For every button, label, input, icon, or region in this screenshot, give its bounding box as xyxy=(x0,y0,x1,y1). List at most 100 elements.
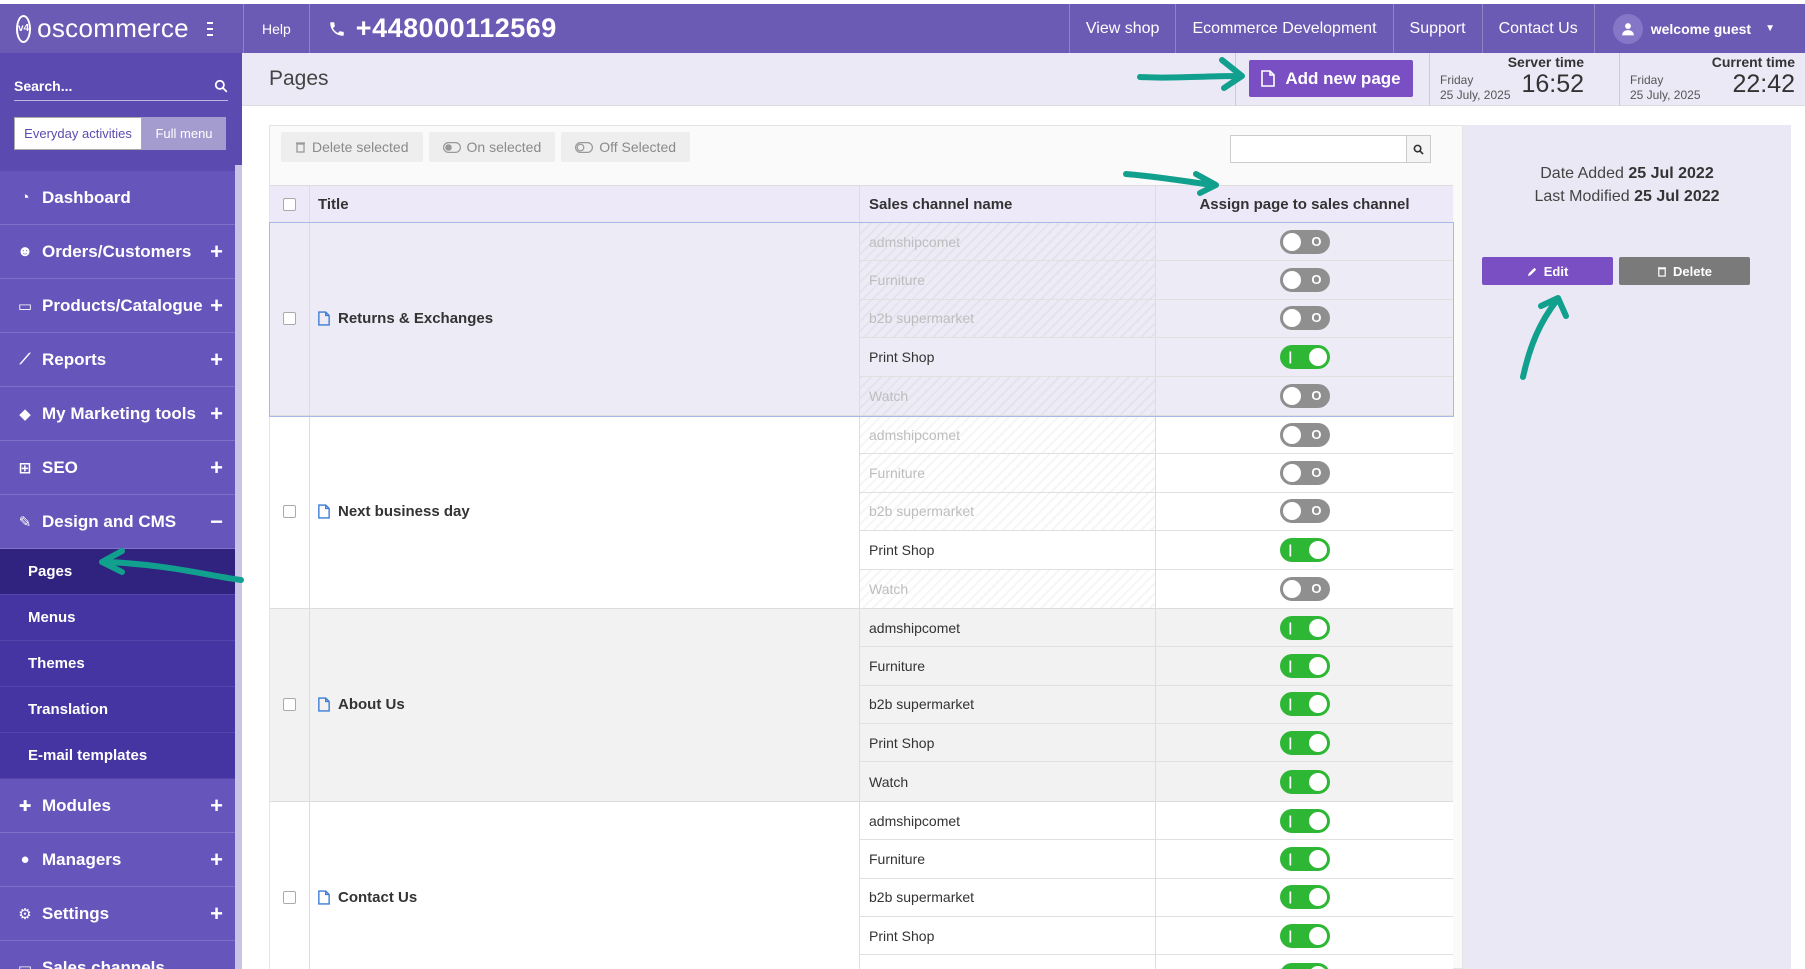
page-title-cell[interactable]: About Us xyxy=(310,608,860,801)
expand-toggle-icon[interactable]: + xyxy=(210,901,223,927)
search-input[interactable]: Search... xyxy=(14,78,72,94)
sidebar-subitem-themes[interactable]: Themes xyxy=(0,641,235,687)
sidebar-subitem-e-mail-templates[interactable]: E-mail templates xyxy=(0,733,235,779)
row-checkbox[interactable] xyxy=(283,312,296,326)
sidebar-item-orders-customers[interactable]: ☻ Orders/Customers + xyxy=(0,225,235,279)
page-title-cell[interactable]: Contact Us xyxy=(310,801,860,969)
file-icon xyxy=(318,890,330,905)
delete-selected-button[interactable]: Delete selected xyxy=(281,132,423,162)
sidebar-item-dashboard[interactable]: ◔ Dashboard xyxy=(0,171,235,225)
full-menu-tab[interactable]: Full menu xyxy=(142,117,226,150)
assign-channel-toggle[interactable]: O xyxy=(1279,268,1330,293)
assign-channel-toggle[interactable]: | xyxy=(1279,808,1330,833)
sidebar-scrollbar[interactable] xyxy=(235,165,242,969)
channel-row: Furniture O xyxy=(860,261,1453,300)
channel-row: Print Shop | xyxy=(860,917,1453,956)
server-time-value: 16:52 xyxy=(1521,70,1584,98)
row-checkbox[interactable] xyxy=(283,891,296,905)
delete-button[interactable]: Delete xyxy=(1619,257,1750,285)
expand-toggle-icon[interactable]: + xyxy=(210,239,223,265)
sidebar-item-reports[interactable]: ⟋ Reports + xyxy=(0,333,235,387)
assign-channel-toggle[interactable]: | xyxy=(1279,730,1330,755)
assign-channel-toggle[interactable]: O xyxy=(1279,576,1330,601)
row-checkbox[interactable] xyxy=(283,698,296,712)
expand-toggle-icon[interactable]: − xyxy=(210,509,223,535)
column-title[interactable]: Title xyxy=(310,186,860,222)
table-search-input[interactable] xyxy=(1230,135,1407,163)
expand-toggle-icon[interactable]: + xyxy=(210,455,223,481)
channel-row: Furniture | xyxy=(860,840,1453,879)
assign-channel-toggle[interactable]: | xyxy=(1279,923,1330,948)
menu-mode-switch: Everyday activities Full menu xyxy=(14,117,228,150)
sidebar: Search... Everyday activities Full menu … xyxy=(0,53,242,969)
sales-channel-name: Print Shop xyxy=(860,531,1156,569)
current-time-day: Friday xyxy=(1630,73,1664,87)
ecommerce-development-link[interactable]: Ecommerce Development xyxy=(1175,4,1392,53)
off-selected-button[interactable]: Off Selected xyxy=(561,132,691,162)
assign-channel-toggle[interactable]: | xyxy=(1279,653,1330,678)
assign-channel-toggle[interactable]: O xyxy=(1279,422,1330,447)
expand-toggle-icon[interactable]: + xyxy=(210,347,223,373)
sales-channel-name: b2b supermarket xyxy=(860,299,1156,338)
expand-toggle-icon[interactable]: + xyxy=(210,293,223,319)
assign-channel-toggle[interactable]: | xyxy=(1279,692,1330,717)
sidebar-item-modules[interactable]: ✚ Modules + xyxy=(0,779,235,833)
assign-channel-toggle[interactable]: | xyxy=(1279,846,1330,871)
caret-down-icon: ▼ xyxy=(1765,23,1775,34)
sidebar-item-settings[interactable]: ⚙ Settings + xyxy=(0,887,235,941)
assign-channel-toggle[interactable]: O xyxy=(1279,461,1330,486)
page-title-cell[interactable]: Next business day xyxy=(310,415,860,608)
support-link[interactable]: Support xyxy=(1392,4,1482,53)
table-row[interactable]: Contact Us admshipcomet | Furniture | b2b sup… xyxy=(270,801,1453,969)
edit-button[interactable]: Edit xyxy=(1482,257,1613,285)
expand-toggle-icon[interactable]: + xyxy=(210,401,223,427)
table-search-button[interactable] xyxy=(1407,135,1431,163)
channel-row: b2b supermarket O xyxy=(860,299,1453,339)
table-row[interactable]: Next business day admshipcomet O Furniture O… xyxy=(270,415,1453,609)
sidebar-item-my-marketing-tools[interactable]: ◆ My Marketing tools + xyxy=(0,387,235,441)
assign-channel-toggle[interactable]: | xyxy=(1279,537,1330,562)
assign-channel-toggle[interactable]: O xyxy=(1279,499,1330,524)
hamburger-icon[interactable] xyxy=(206,21,213,36)
assign-channel-toggle[interactable]: | xyxy=(1279,769,1330,794)
expand-toggle-icon[interactable]: + xyxy=(210,847,223,873)
assign-channel-toggle[interactable]: O xyxy=(1279,383,1330,408)
assign-channel-toggle[interactable]: O xyxy=(1279,306,1330,331)
sales-channel-name: b2b supermarket xyxy=(860,878,1156,917)
expand-toggle-icon[interactable]: + xyxy=(210,793,223,819)
page-title-cell[interactable]: Returns & Exchanges xyxy=(310,223,860,415)
select-all-checkbox[interactable] xyxy=(283,197,296,211)
assign-channel-toggle[interactable]: | xyxy=(1279,615,1330,640)
sidebar-item-products-catalogue[interactable]: ▭ Products/Catalogue + xyxy=(0,279,235,333)
table-row[interactable]: About Us admshipcomet | Furniture | b2b super… xyxy=(270,608,1453,802)
column-assign[interactable]: Assign page to sales channel xyxy=(1156,186,1453,222)
contact-us-link[interactable]: Contact Us xyxy=(1481,4,1594,53)
sidebar-item-managers[interactable]: ● Managers + xyxy=(0,833,235,887)
sidebar-subitem-pages[interactable]: Pages xyxy=(0,549,235,595)
sidebar-subitem-translation[interactable]: Translation xyxy=(0,687,235,733)
everyday-activities-tab[interactable]: Everyday activities xyxy=(14,117,142,150)
user-icon xyxy=(1612,13,1643,44)
sidebar-search[interactable]: Search... xyxy=(14,71,228,101)
on-selected-button[interactable]: On selected xyxy=(428,132,556,162)
view-shop-link[interactable]: View shop xyxy=(1068,4,1176,53)
user-menu[interactable]: welcome guest ▼ xyxy=(1593,4,1805,53)
table-body: Returns & Exchanges admshipcomet O Furnitur… xyxy=(269,222,1454,969)
sidebar-subitem-menus[interactable]: Menus xyxy=(0,595,235,641)
phone-number[interactable]: +448000112569 xyxy=(328,13,557,44)
row-checkbox[interactable] xyxy=(283,505,296,519)
assign-channel-toggle[interactable]: | xyxy=(1279,885,1330,910)
sidebar-item-seo[interactable]: ⊞ SEO + xyxy=(0,441,235,495)
sidebar-item-design-and-cms[interactable]: ✎ Design and CMS − xyxy=(0,495,235,549)
column-sales-channel[interactable]: Sales channel name xyxy=(860,186,1156,222)
logo[interactable]: v4 oscommerce xyxy=(0,4,213,53)
monitor-icon: ▭ xyxy=(17,959,33,969)
assign-channel-toggle[interactable]: O xyxy=(1279,229,1330,254)
sidebar-item-sales-channels[interactable]: ▭ Sales channels xyxy=(0,941,235,969)
assign-channel-toggle[interactable]: | xyxy=(1279,962,1330,969)
sales-channel-name: Furniture xyxy=(860,840,1156,878)
table-row[interactable]: Returns & Exchanges admshipcomet O Furnitur… xyxy=(269,222,1454,417)
help-link[interactable]: Help xyxy=(243,4,310,53)
assign-channel-toggle[interactable]: | xyxy=(1279,344,1330,369)
top-bar: v4 oscommerce Help +448000112569 View sh… xyxy=(0,4,1805,53)
